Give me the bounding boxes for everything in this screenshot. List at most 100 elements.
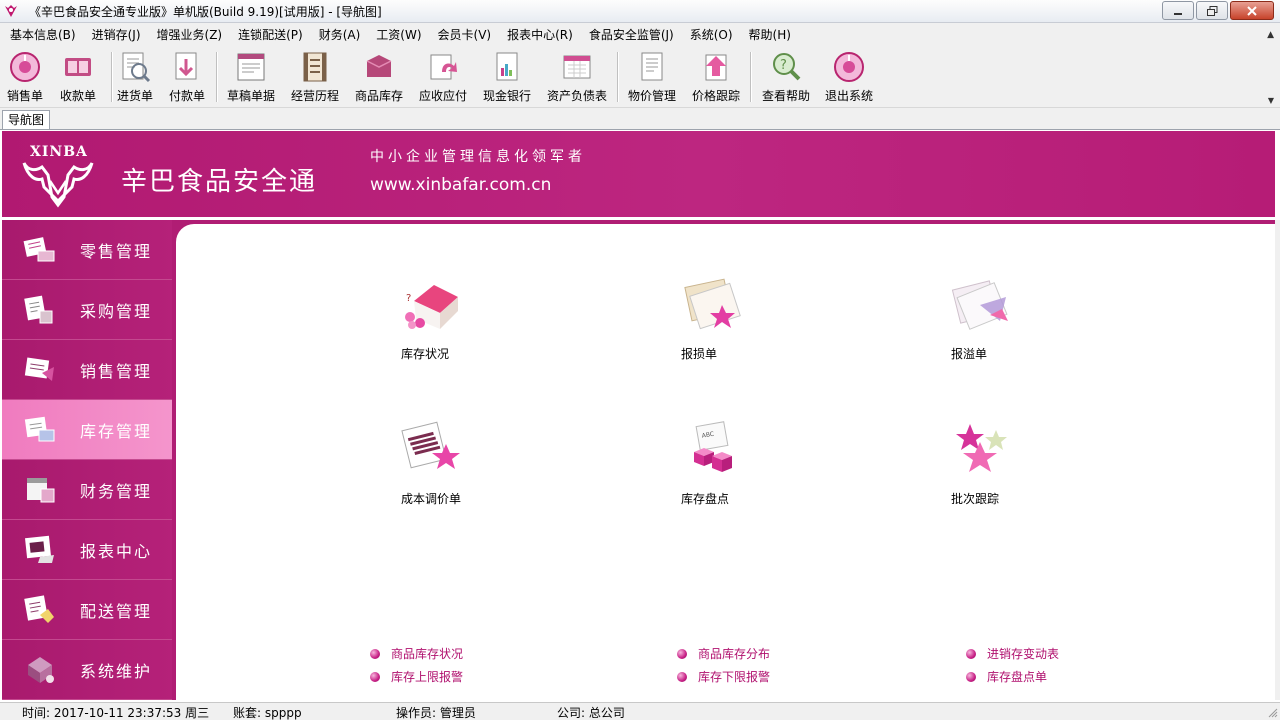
- feature-label: 报溢单: [951, 347, 988, 361]
- link-stocktaking-sheet[interactable]: 库存盘点单: [966, 668, 1047, 685]
- menu-help[interactable]: 帮助(H): [743, 25, 797, 45]
- link-label: 库存上限报警: [391, 670, 464, 684]
- price-tracking-button[interactable]: 价格跟踪: [692, 50, 740, 105]
- business-history-icon: [303, 52, 327, 82]
- menu-system[interactable]: 系统(O): [684, 25, 739, 45]
- sales-order-icon: [10, 52, 40, 82]
- sales-order-button[interactable]: 销售单: [7, 50, 43, 105]
- menu-salary[interactable]: 工资(W): [370, 25, 427, 45]
- restore-button[interactable]: [1196, 1, 1228, 20]
- batch-tracking-icon: [956, 424, 1007, 472]
- receivable-payable-button[interactable]: 应收应付: [419, 50, 467, 105]
- purchase-order-button[interactable]: 进货单: [117, 50, 153, 105]
- status-operator: 操作员: 管理员: [396, 706, 476, 720]
- link-label: 商品库存分布: [698, 647, 771, 661]
- sidebar-item-label: 系统维护: [80, 662, 153, 681]
- close-button[interactable]: [1230, 1, 1274, 20]
- bullet-icon: [370, 648, 380, 659]
- sidebar-item-delivery[interactable]: 配送管理: [2, 580, 172, 640]
- window-title: 《辛巴食品安全通专业版》单机版(Build 9.19)[试用版] - [导航图]: [29, 4, 382, 19]
- toolbar-overflow-icon[interactable]: ▼: [1268, 96, 1274, 105]
- reports-icon: [25, 535, 54, 563]
- help-icon: ?: [773, 53, 801, 81]
- sidebar-item-sales[interactable]: 销售管理: [2, 340, 172, 400]
- toolbar-label: 商品库存: [355, 89, 404, 103]
- toolbar-label: 查看帮助: [762, 89, 811, 103]
- logo-text: XINBA: [30, 144, 88, 160]
- purchase-order-icon: [122, 52, 151, 83]
- right-edge: [1275, 220, 1280, 700]
- feature-stocktaking[interactable]: ABC 库存盘点: [680, 420, 820, 520]
- link-inventory-change-report[interactable]: 进销存变动表: [966, 645, 1059, 662]
- draft-document-button[interactable]: 草稿单据: [227, 50, 275, 105]
- sidebar-item-label: 配送管理: [80, 602, 153, 621]
- menu-basic-info[interactable]: 基本信息(B): [4, 25, 82, 45]
- toolbar-separator: [111, 52, 113, 102]
- toolbar-label: 经营历程: [291, 89, 340, 103]
- sidebar-item-retail[interactable]: 零售管理: [2, 220, 172, 280]
- sidebar-item-reports[interactable]: 报表中心: [2, 520, 172, 580]
- feature-label: 报损单: [681, 347, 718, 361]
- slogan: 中小企业管理信息化领军者: [370, 149, 586, 165]
- feature-label: 批次跟踪: [951, 492, 1000, 506]
- receipt-button[interactable]: 收款单: [60, 50, 96, 105]
- menu-inventory[interactable]: 进销存(J): [86, 25, 147, 45]
- balance-sheet-button[interactable]: 资产负债表: [547, 50, 607, 105]
- toolbar-separator: [617, 52, 619, 102]
- menu-reports[interactable]: 报表中心(R): [501, 25, 579, 45]
- menu-chain-delivery[interactable]: 连锁配送(P): [232, 25, 309, 45]
- feature-label: 库存盘点: [681, 492, 730, 506]
- feature-batch-tracking[interactable]: 批次跟踪: [950, 420, 1090, 520]
- toolbar-label: 价格跟踪: [692, 89, 741, 103]
- receipt-icon: [65, 58, 91, 76]
- draft-document-icon: [237, 53, 265, 81]
- stocktaking-icon: ABC: [694, 421, 732, 472]
- exit-button[interactable]: 退出系统: [825, 50, 873, 105]
- help-button[interactable]: ? 查看帮助: [762, 50, 810, 105]
- exit-icon: [834, 52, 864, 82]
- tab-navigation-map[interactable]: 导航图: [2, 110, 51, 130]
- menu-enhanced[interactable]: 增强业务(Z): [151, 25, 229, 45]
- price-management-button[interactable]: 物价管理: [628, 50, 676, 105]
- feature-cost-adjustment[interactable]: 成本调价单: [400, 420, 540, 520]
- toolbar: 销售单 收款单 进货单 付款单 草稿单据 经营历程 商品库存 应收应付 现金银行…: [0, 47, 1280, 108]
- sidebar-item-system[interactable]: 系统维护: [2, 640, 172, 700]
- menu-finance[interactable]: 财务(A): [313, 25, 367, 45]
- feature-overflow-report[interactable]: 报溢单: [950, 275, 1090, 375]
- toolbar-label: 销售单: [7, 89, 44, 103]
- status-bar: 时间: 2017-10-11 23:37:53 周三 账套: spppp 操作员…: [0, 702, 1280, 720]
- business-history-button[interactable]: 经营历程: [291, 50, 339, 105]
- minimize-button[interactable]: [1162, 1, 1194, 20]
- toolbar-label: 付款单: [169, 89, 206, 103]
- menu-overflow-icon[interactable]: ▲: [1267, 30, 1274, 40]
- link-goods-stock-status[interactable]: 商品库存状况: [370, 645, 463, 662]
- price-management-icon: [641, 52, 663, 81]
- sidebar-item-label: 零售管理: [80, 242, 153, 261]
- sidebar-item-inventory[interactable]: 库存管理: [2, 400, 172, 460]
- feature-inventory-status[interactable]: ? 库存状况: [400, 275, 540, 375]
- feature-loss-report[interactable]: 报损单: [680, 275, 820, 375]
- goods-stock-button[interactable]: 商品库存: [355, 50, 403, 105]
- sales-icon: [24, 357, 54, 381]
- resize-grip-icon[interactable]: [1266, 706, 1278, 718]
- close-icon: [1247, 5, 1257, 16]
- menu-food-safety[interactable]: 食品安全监管(J): [583, 25, 680, 45]
- sidebar-item-finance[interactable]: 财务管理: [2, 460, 172, 520]
- payment-button[interactable]: 付款单: [169, 50, 205, 105]
- system-icon: [28, 657, 54, 683]
- link-label: 商品库存状况: [391, 647, 464, 661]
- menu-member-card[interactable]: 会员卡(V): [432, 25, 498, 45]
- sidebar-item-purchase[interactable]: 采购管理: [2, 280, 172, 340]
- payment-icon: [175, 52, 197, 80]
- price-tracking-icon: [705, 54, 727, 81]
- link-goods-stock-distribution[interactable]: 商品库存分布: [677, 645, 770, 662]
- link-stock-lower-alarm[interactable]: 库存下限报警: [677, 668, 770, 685]
- cash-bank-button[interactable]: 现金银行: [483, 50, 531, 105]
- app-logo-icon: [5, 5, 17, 17]
- brand-name: 辛巴食品安全通: [121, 167, 318, 197]
- app-window: 《辛巴食品安全通专业版》单机版(Build 9.19)[试用版] - [导航图]…: [0, 0, 1280, 720]
- link-stock-upper-alarm[interactable]: 库存上限报警: [370, 668, 463, 685]
- link-label: 库存盘点单: [987, 670, 1048, 684]
- toolbar-label: 收款单: [60, 89, 97, 103]
- inventory-icon: [24, 416, 55, 442]
